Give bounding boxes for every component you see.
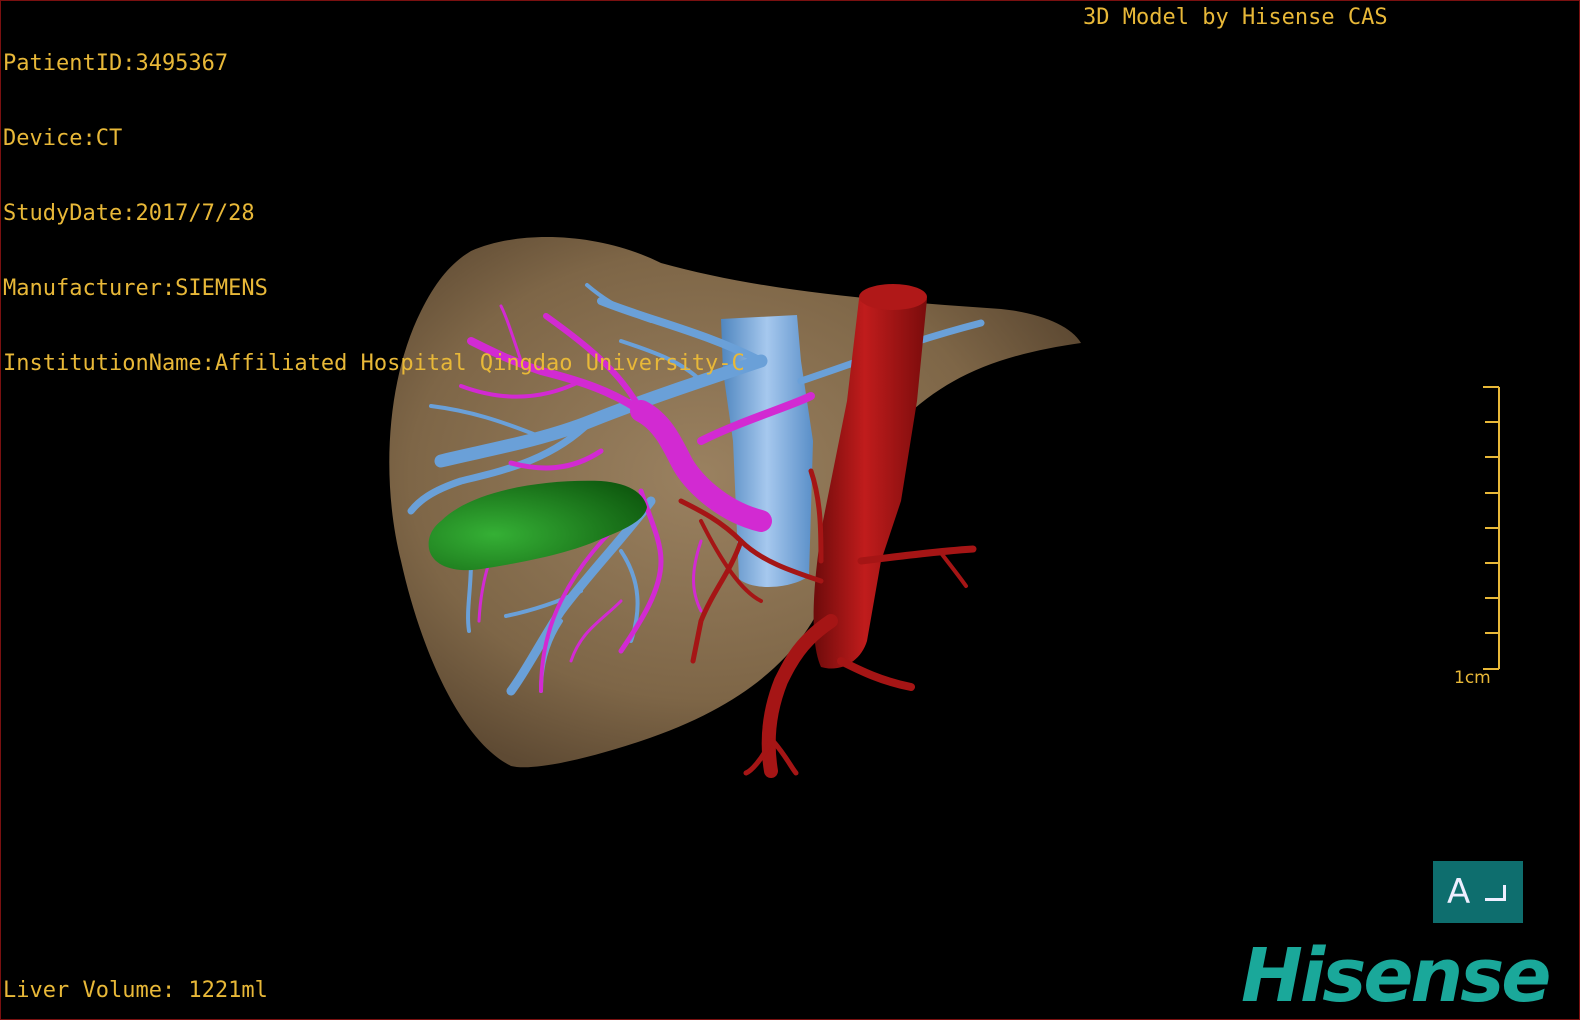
device: Device:CT bbox=[3, 126, 123, 151]
hisense-logo: Hisense bbox=[1241, 933, 1551, 1019]
dicom-info-overlay: PatientID:3495367 Device:CT StudyDate:20… bbox=[3, 1, 745, 426]
orientation-button[interactable]: A bbox=[1433, 861, 1523, 923]
orientation-letter: A bbox=[1447, 872, 1471, 912]
scale-bar bbox=[1483, 386, 1500, 670]
liver-volume: Liver Volume: 1221ml bbox=[3, 978, 268, 1003]
institution-name: InstitutionName:Affiliated Hospital Qing… bbox=[3, 351, 745, 376]
3d-viewport[interactable]: PatientID:3495367 Device:CT StudyDate:20… bbox=[0, 0, 1580, 1020]
scale-bar-label: 1cm bbox=[1454, 668, 1491, 688]
orientation-corner-icon bbox=[1485, 885, 1506, 901]
model-credit: 3D Model by Hisense CAS bbox=[1083, 5, 1388, 30]
manufacturer: Manufacturer:SIEMENS bbox=[3, 276, 268, 301]
study-date: StudyDate:2017/7/28 bbox=[3, 201, 255, 226]
patient-id: PatientID:3495367 bbox=[3, 51, 229, 76]
